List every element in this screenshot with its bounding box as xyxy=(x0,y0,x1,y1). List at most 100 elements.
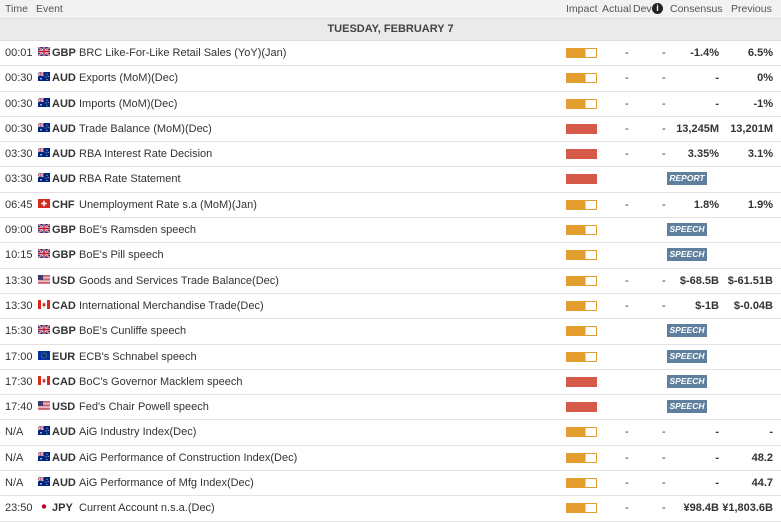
speech-badge[interactable]: SPEECH xyxy=(667,349,707,363)
event-name[interactable]: Exports (MoM)(Dec) xyxy=(79,72,178,84)
event-name[interactable]: BoC's Governor Macklem speech xyxy=(79,376,243,388)
event-currency: AUD xyxy=(52,122,76,135)
event-name[interactable]: ECB's Schnabel speech xyxy=(79,351,197,363)
event-previous: ¥1,803.6B xyxy=(722,502,773,515)
event-row[interactable]: N/A AUD AiG Industry Index(Dec) - - - - xyxy=(0,420,781,446)
ch-flag-icon xyxy=(38,198,50,208)
impact-medium-indicator xyxy=(566,199,597,210)
speech-badge[interactable]: SPEECH xyxy=(667,324,707,338)
event-row[interactable]: 03:30 AUD RBA Rate Statement REPORT xyxy=(0,167,781,193)
event-row[interactable]: 00:30 AUD Imports (MoM)(Dec) - - - -1% xyxy=(0,92,781,117)
info-icon[interactable]: i xyxy=(652,3,663,14)
speech-badge[interactable]: SPEECH xyxy=(667,248,707,262)
event-actual: - xyxy=(625,502,629,515)
event-name[interactable]: BRC Like-For-Like Retail Sales (YoY)(Jan… xyxy=(79,47,286,59)
event-time: 17:40 xyxy=(5,401,33,414)
event-time: 00:30 xyxy=(5,72,33,85)
au-flag-icon xyxy=(37,97,50,107)
event-dev: - xyxy=(662,97,666,110)
speech-badge[interactable]: SPEECH xyxy=(667,374,707,388)
event-name[interactable]: International Merchandise Trade(Dec) xyxy=(79,300,264,312)
event-previous: - xyxy=(769,426,773,439)
event-row[interactable]: N/A AUD AiG Performance of Mfg Index(Dec) -… xyxy=(0,471,781,497)
event-name[interactable]: Goods and Services Trade Balance(Dec) xyxy=(79,275,279,287)
event-actual: - xyxy=(625,122,629,135)
event-row[interactable]: 13:30 CAD International Merchandise Trade(… xyxy=(0,294,781,320)
header-dev[interactable]: Dev xyxy=(633,3,652,15)
impact-medium-indicator xyxy=(566,503,597,514)
event-row[interactable]: 17:00 EUR ECB's Schnabel speech SPEECH xyxy=(0,345,781,370)
event-actual: - xyxy=(625,426,629,439)
event-dev: - xyxy=(662,477,666,490)
header-actual[interactable]: Actual xyxy=(602,3,631,15)
us-flag-icon xyxy=(38,274,50,284)
event-currency: CAD xyxy=(52,375,76,388)
speech-badge[interactable]: SPEECH xyxy=(667,400,707,414)
event-time: 15:30 xyxy=(5,325,33,338)
header-consensus[interactable]: Consensus xyxy=(670,3,723,15)
event-previous: 0% xyxy=(757,72,773,85)
impact-high-indicator xyxy=(566,402,597,413)
event-row[interactable]: 13:30 USD Goods and Services Trade Balance… xyxy=(0,269,781,294)
gb-flag-icon xyxy=(37,46,51,57)
event-time: 03:30 xyxy=(5,148,33,161)
event-consensus: - xyxy=(715,451,719,464)
event-name[interactable]: RBA Rate Statement xyxy=(79,173,181,185)
event-consensus: 13,245M xyxy=(676,122,719,135)
event-time: N/A xyxy=(5,426,24,439)
event-name[interactable]: Imports (MoM)(Dec) xyxy=(79,98,177,110)
event-actual: - xyxy=(625,198,629,211)
event-previous: 44.7 xyxy=(751,477,773,490)
event-row[interactable]: 10:15 GBP BoE's Pill speech SPEECH xyxy=(0,243,781,269)
gb-flag-icon xyxy=(37,223,51,234)
event-name[interactable]: BoE's Cunliffe speech xyxy=(79,325,186,337)
event-row[interactable]: 03:30 AUD RBA Interest Rate Decision - - 3.35… xyxy=(0,142,781,168)
event-actual: - xyxy=(625,299,629,312)
event-name[interactable]: RBA Interest Rate Decision xyxy=(79,148,212,160)
event-name[interactable]: BoE's Pill speech xyxy=(79,249,164,261)
event-name[interactable]: Current Account n.s.a.(Dec) xyxy=(79,502,215,514)
event-consensus: $-1B xyxy=(695,299,719,312)
event-name[interactable]: BoE's Ramsden speech xyxy=(79,224,196,236)
event-consensus: ¥98.4B xyxy=(683,502,719,515)
event-name[interactable]: AiG Performance of Construction Index(De… xyxy=(79,452,297,464)
event-row[interactable]: 17:30 CAD BoC's Governor Macklem speech SPE… xyxy=(0,370,781,396)
header-previous[interactable]: Previous xyxy=(731,3,772,15)
event-currency: AUD xyxy=(52,426,76,439)
event-dev: - xyxy=(662,47,666,59)
impact-medium-indicator xyxy=(566,326,597,337)
header-impact[interactable]: Impact xyxy=(566,3,598,15)
event-consensus: -1.4% xyxy=(690,47,719,59)
gb-flag-icon xyxy=(37,248,51,260)
event-row[interactable]: 23:50 JPY Current Account n.s.a.(Dec) - - ¥98… xyxy=(0,496,781,522)
event-row[interactable]: 00:01 GBP BRC Like-For-Like Retail Sales (… xyxy=(0,41,781,67)
impact-medium-indicator xyxy=(566,225,597,236)
event-actual: - xyxy=(625,148,629,161)
event-currency: GBP xyxy=(52,224,76,237)
event-previous: 1.9% xyxy=(747,198,773,211)
event-name[interactable]: Unemployment Rate s.a (MoM)(Jan) xyxy=(79,199,257,211)
event-actual: - xyxy=(625,274,629,287)
event-row[interactable]: 00:30 AUD Exports (MoM)(Dec) - - - 0% xyxy=(0,66,781,92)
event-name[interactable]: Fed's Chair Powell speech xyxy=(79,401,209,413)
event-name[interactable]: Trade Balance (MoM)(Dec) xyxy=(79,123,212,135)
event-row[interactable]: N/A AUD AiG Performance of Construction In… xyxy=(0,446,781,472)
event-actual: - xyxy=(625,97,629,110)
event-dev: - xyxy=(662,72,666,85)
event-row[interactable]: 00:30 AUD Trade Balance (MoM)(Dec) - -13,245… xyxy=(0,117,781,143)
report-badge[interactable]: REPORT xyxy=(667,172,707,186)
event-row[interactable]: 15:30 GBP BoE's Cunliffe speech SPEECH xyxy=(0,319,781,345)
speech-badge[interactable]: SPEECH xyxy=(667,223,707,237)
event-currency: JPY xyxy=(52,502,73,515)
event-row[interactable]: 06:45 CHF Unemployment Rate s.a (MoM)(Jan)… xyxy=(0,193,781,219)
header-event[interactable]: Event xyxy=(36,3,63,15)
impact-medium-indicator xyxy=(566,452,597,463)
header-time[interactable]: Time xyxy=(5,3,28,15)
event-name[interactable]: AiG Industry Index(Dec) xyxy=(79,426,196,438)
event-row[interactable]: 09:00 GBP BoE's Ramsden speech SPEECH xyxy=(0,218,781,244)
event-dev: - xyxy=(662,299,666,312)
event-name[interactable]: AiG Performance of Mfg Index(Dec) xyxy=(79,477,254,489)
impact-medium-indicator xyxy=(566,250,597,261)
event-row[interactable]: 17:40 USD Fed's Chair Powell speech SPEECH xyxy=(0,395,781,421)
au-flag-icon xyxy=(37,173,50,183)
